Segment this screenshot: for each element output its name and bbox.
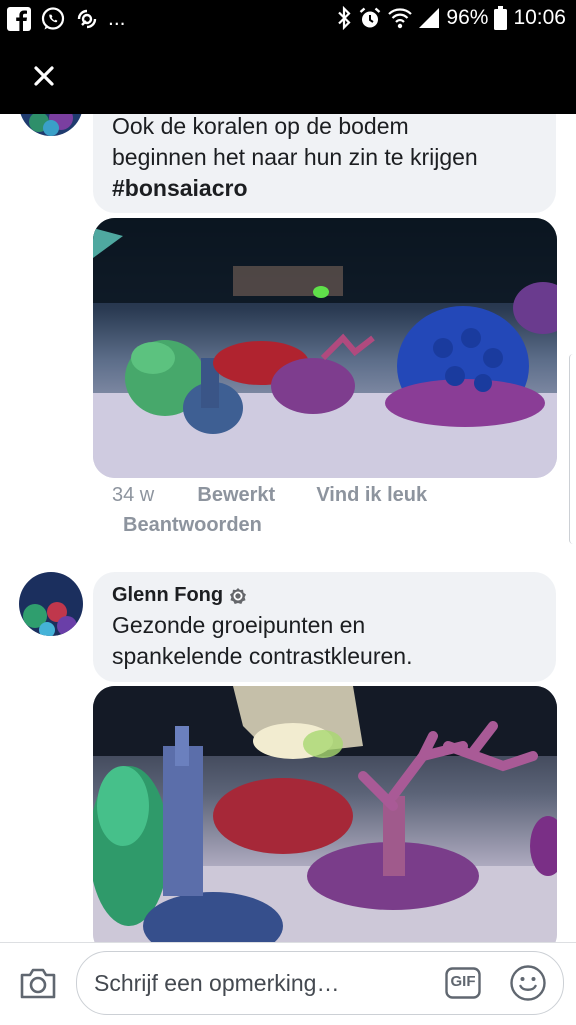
status-bar: ... 96% 10:06 (0, 0, 576, 38)
avatar-image (19, 572, 83, 636)
avatar-image (19, 114, 83, 136)
wifi-icon (388, 8, 413, 29)
edited-label: Bewerkt (197, 484, 276, 506)
gif-button[interactable]: GIF (445, 967, 481, 999)
top-bar (0, 38, 576, 114)
comment-input[interactable]: Schrijf een opmerking… GIF (76, 951, 564, 1015)
comments-thread[interactable]: Ook de koralen op de bodem beginnen het … (0, 114, 576, 942)
like-button[interactable]: Vind ik leuk (316, 484, 427, 506)
gif-label: GIF (450, 973, 476, 990)
emoji-button[interactable] (509, 964, 547, 1002)
comment-bubble[interactable]: Ook de koralen op de bodem beginnen het … (93, 114, 556, 213)
comment-input-placeholder: Schrijf een opmerking… (94, 970, 340, 996)
status-notifications: ... (6, 6, 126, 32)
comment-meta: 34 w Bewerkt Vind ik leuk (112, 484, 427, 507)
close-icon (34, 66, 54, 86)
comment-time: 34 w (112, 484, 155, 506)
whatsapp-icon (41, 7, 65, 30)
hashtag-link[interactable]: #bonsaiacro (112, 173, 542, 204)
camera-icon (20, 968, 56, 999)
battery-icon (494, 6, 508, 30)
bluetooth-icon (338, 6, 351, 30)
status-system: 96% 10:06 (336, 6, 566, 30)
comment-photo[interactable] (93, 686, 557, 942)
comment-photo[interactable] (93, 218, 557, 478)
comment-bubble[interactable]: Glenn Fong Gezonde groeipunten en spanke… (93, 572, 556, 682)
avatar[interactable] (19, 114, 83, 136)
comment-text-line: Ook de koralen op de bodem (112, 114, 409, 139)
comment-text-line: beginnen het naar hun zin te krijgen (112, 144, 478, 170)
verified-badge-icon (230, 587, 247, 604)
notification-icon (77, 9, 97, 29)
camera-button[interactable] (18, 965, 58, 1001)
comment-composer: Schrijf een opmerking… GIF (0, 942, 576, 1025)
battery-percentage: 96% (446, 6, 489, 29)
avatar[interactable] (19, 572, 83, 636)
facebook-icon (7, 7, 31, 31)
emoji-icon (510, 965, 546, 1001)
close-button[interactable] (26, 58, 62, 94)
alarm-icon (360, 7, 381, 28)
reply-button[interactable]: Beantwoorden (123, 514, 262, 537)
comment-text-line: Gezonde groeipunten en (112, 612, 366, 638)
comment-author[interactable]: Glenn Fong (112, 584, 223, 607)
coral-photo-image (93, 686, 557, 942)
scroll-indicator[interactable] (569, 354, 576, 544)
comment-text-line: spankelende contrastkleuren. (112, 643, 413, 669)
coral-photo-image (93, 218, 557, 478)
signal-icon (419, 8, 440, 28)
clock: 10:06 (513, 6, 566, 29)
status-overflow: ... (108, 7, 126, 30)
